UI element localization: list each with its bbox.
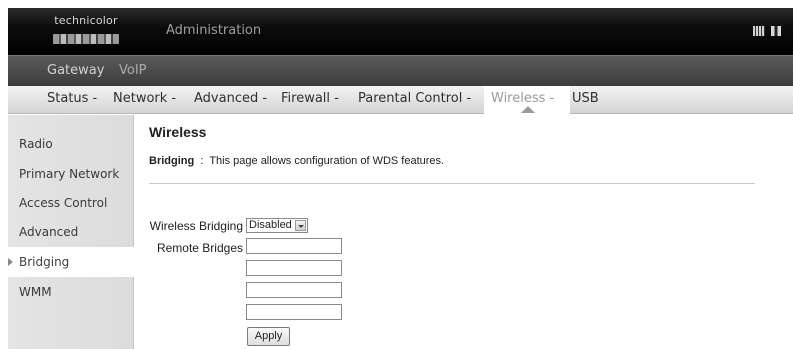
nav-firewall[interactable]: Firewall - [281, 91, 339, 106]
section-tabs: Gateway VoIP [8, 55, 793, 86]
apply-button[interactable]: Apply [247, 327, 290, 346]
nav-network[interactable]: Network - [113, 91, 176, 106]
main-content: Wireless Bridging : This page allows con… [149, 124, 769, 346]
description-text: This page allows configuration of WDS fe… [209, 155, 445, 167]
flag-icon[interactable] [771, 26, 781, 36]
sidebar-item-radio[interactable]: Radio [8, 129, 134, 159]
nav-status[interactable]: Status - [47, 91, 97, 106]
remote-bridge-input-4[interactable] [246, 304, 342, 320]
flag-icon[interactable] [753, 26, 765, 36]
page-title: Wireless [149, 124, 207, 140]
nav-usb[interactable]: USB [572, 91, 599, 106]
remote-bridge-input-2[interactable] [246, 260, 342, 276]
sidebar-item-access-control[interactable]: Access Control [8, 188, 134, 218]
top-header: technicolor Administration [8, 8, 793, 55]
logo-mark-icon [53, 34, 119, 44]
arrow-right-icon [8, 258, 13, 266]
sidebar: Radio Primary Network Access Control Adv… [8, 115, 134, 349]
remote-bridge-input-3[interactable] [246, 282, 342, 298]
active-tab-pointer-icon [521, 106, 535, 113]
description-heading: Bridging [149, 155, 195, 167]
main-navigation: Status - Network - Advanced - Firewall -… [8, 86, 793, 114]
language-selector [753, 26, 781, 36]
sidebar-item-wmm[interactable]: WMM [8, 277, 134, 307]
page-header-title: Administration [166, 23, 262, 38]
sidebar-item-primary-network[interactable]: Primary Network [8, 159, 134, 189]
remote-bridges-label: Remote Bridges [156, 241, 243, 255]
wireless-bridging-label: Wireless Bridging [149, 219, 243, 233]
divider [149, 183, 755, 184]
sidebar-item-bridging[interactable]: Bridging [8, 247, 134, 277]
nav-advanced[interactable]: Advanced - [194, 91, 267, 106]
tab-gateway[interactable]: Gateway [47, 63, 104, 78]
technicolor-logo[interactable]: technicolor [50, 14, 122, 50]
sidebar-item-label: Bridging [19, 255, 70, 269]
tab-voip[interactable]: VoIP [119, 63, 147, 78]
description-separator: : [200, 155, 204, 167]
sidebar-item-advanced[interactable]: Advanced [8, 217, 134, 247]
wireless-bridging-select[interactable]: Disabled [246, 218, 308, 233]
page-description: Bridging : This page allows configuratio… [149, 155, 444, 167]
remote-bridge-input-1[interactable] [246, 238, 342, 254]
chevron-down-icon [295, 220, 306, 231]
logo-text: technicolor [54, 14, 118, 27]
nav-wireless[interactable]: Wireless - [491, 91, 554, 106]
wireless-bridging-value: Disabled [249, 219, 292, 231]
nav-parental-control[interactable]: Parental Control - [358, 91, 471, 106]
